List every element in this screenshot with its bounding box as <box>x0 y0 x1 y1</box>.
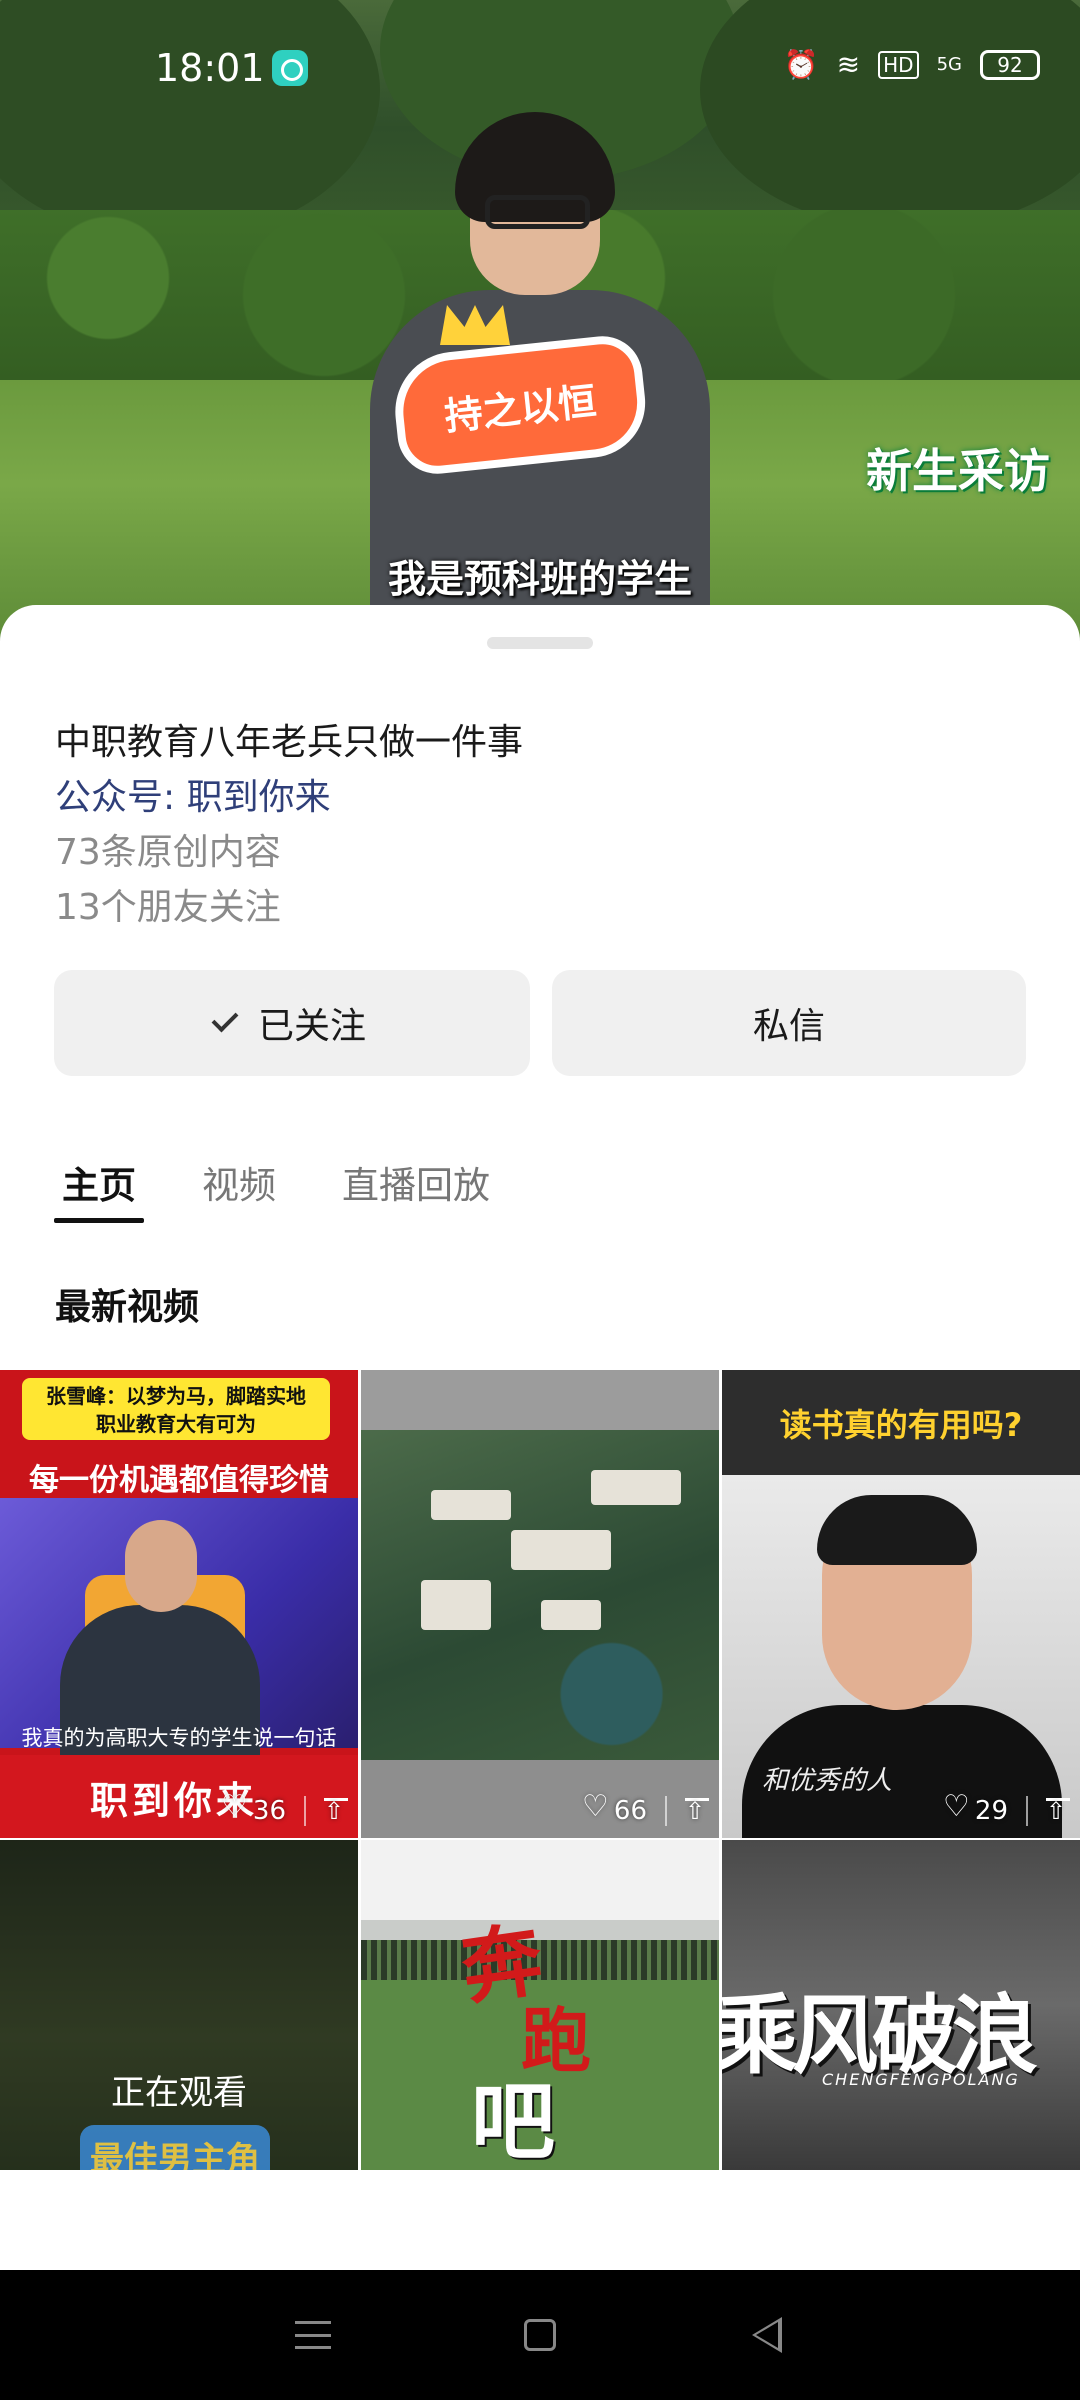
tile-script-text: 和优秀的人 <box>762 1766 893 1796</box>
pin-top-icon <box>685 1797 709 1825</box>
drag-handle[interactable] <box>487 637 593 649</box>
building <box>541 1600 601 1630</box>
like-count-value: 29 <box>974 1796 1008 1826</box>
tile-subtitle: CHENGFENGPOLANG <box>822 2070 1020 2089</box>
divider <box>665 1795 667 1826</box>
like-count: 66 <box>582 1789 647 1826</box>
building <box>431 1490 511 1520</box>
tree-foliage <box>700 0 1080 230</box>
tile-headline: 每一份机遇都值得珍惜 <box>29 1463 329 1498</box>
profile-tabs: 主页 视频 直播回放 <box>54 1155 548 1223</box>
tile-title-char: 吧 <box>471 2073 556 2170</box>
pin-top-icon <box>324 1797 348 1825</box>
video-tile-current[interactable]: 正在观看 最佳男主角 <box>0 1840 358 2170</box>
video-player[interactable]: 持之以恒 新生采访 我是预科班的学生 18:01 ⏰ ≋ HD 5G 92 <box>0 0 1080 640</box>
video-tile[interactable]: 66 <box>361 1370 719 1838</box>
tile-badge: 最佳男主角 <box>80 2125 270 2170</box>
video-tile[interactable]: 张雪峰：以梦为马，脚踏实地 职业教育大有可为 每一份机遇都值得珍惜 我真的为高职… <box>0 1370 358 1838</box>
status-time: 18:01 <box>155 46 265 90</box>
alarm-icon: ⏰ <box>783 48 819 81</box>
tab-home[interactable]: 主页 <box>54 1155 144 1223</box>
watching-overlay <box>0 1840 358 2170</box>
tile-meta: 66 <box>582 1789 709 1826</box>
building <box>591 1470 681 1505</box>
battery-icon: 92 <box>980 49 1040 80</box>
menu-icon <box>295 2321 332 2349</box>
heart-icon <box>943 1789 970 1824</box>
system-nav-bar <box>0 2270 1080 2400</box>
building <box>421 1580 491 1630</box>
followed-label: 已关注 <box>257 1006 366 1047</box>
speaker-hair <box>817 1495 977 1565</box>
tab-videos[interactable]: 视频 <box>194 1155 284 1223</box>
tile-banner: 张雪峰：以梦为马，脚踏实地 职业教育大有可为 <box>22 1378 330 1440</box>
tile-caption: 我真的为高职大专的学生说一句话 <box>21 1726 337 1750</box>
heart-icon <box>221 1789 248 1824</box>
back-button[interactable] <box>737 2305 797 2365</box>
tile-meta: 36 <box>221 1789 348 1826</box>
home-button[interactable] <box>510 2305 570 2365</box>
now-watching-label: 正在观看 <box>111 2073 247 2113</box>
tree-foliage <box>0 0 380 240</box>
tile-meta: 29 <box>943 1789 1070 1826</box>
home-icon <box>523 2319 556 2351</box>
battery-level: 92 <box>997 52 1023 77</box>
like-count: 29 <box>943 1789 1008 1826</box>
friends-following[interactable]: 13个朋友关注 <box>55 880 523 935</box>
message-button[interactable]: 私信 <box>552 970 1026 1076</box>
interview-badge: 新生采访 <box>866 444 1050 498</box>
profile-sheet: 中职教育八年老兵只做一件事 公众号: 职到你来 73条原创内容 13个朋友关注 … <box>0 605 1080 2270</box>
like-count-value: 66 <box>613 1796 647 1826</box>
divider <box>1026 1795 1028 1826</box>
signal-icon: 5G <box>936 54 962 75</box>
account-link[interactable]: 公众号: 职到你来 <box>55 770 523 825</box>
status-bar: 18:01 ⏰ ≋ HD 5G 92 <box>0 40 1080 100</box>
profile-description: 中职教育八年老兵只做一件事 <box>55 722 524 763</box>
building <box>511 1530 611 1570</box>
glasses <box>485 195 590 229</box>
video-tile[interactable]: 读书真的有用吗? 和优秀的人 29 <box>722 1370 1080 1838</box>
tile-headline: 读书真的有用吗? <box>779 1406 1023 1444</box>
followed-button[interactable]: 已关注 <box>54 970 530 1076</box>
like-count-value: 36 <box>252 1796 286 1826</box>
presenter-head <box>125 1520 197 1612</box>
video-subtitle: 我是预科班的学生 <box>387 557 692 601</box>
notification-app-icon <box>272 50 308 86</box>
recent-apps-button[interactable] <box>283 2305 343 2365</box>
original-count: 73条原创内容 <box>55 832 281 873</box>
check-icon <box>211 1005 239 1033</box>
wifi-icon: ≋ <box>836 48 861 81</box>
section-title: 最新视频 <box>55 1287 200 1328</box>
message-label: 私信 <box>752 1006 825 1047</box>
video-tile[interactable]: 乘风破浪 CHENGFENGPOLANG <box>722 1840 1080 2170</box>
pin-top-icon <box>1046 1797 1070 1825</box>
divider <box>304 1795 306 1826</box>
profile-info: 中职教育八年老兵只做一件事 公众号: 职到你来 73条原创内容 13个朋友关注 <box>55 715 523 935</box>
like-count: 36 <box>221 1789 286 1826</box>
sign-text: 持之以恒 <box>442 378 599 439</box>
heart-icon <box>582 1789 609 1824</box>
back-icon <box>751 2317 782 2353</box>
video-tile[interactable]: 奔 跑 吧 <box>361 1840 719 2170</box>
tab-live-replay[interactable]: 直播回放 <box>334 1155 498 1223</box>
crown-icon <box>440 305 510 345</box>
hd-icon: HD <box>878 50 919 79</box>
status-icons: ⏰ ≋ HD 5G 92 <box>784 48 1040 81</box>
